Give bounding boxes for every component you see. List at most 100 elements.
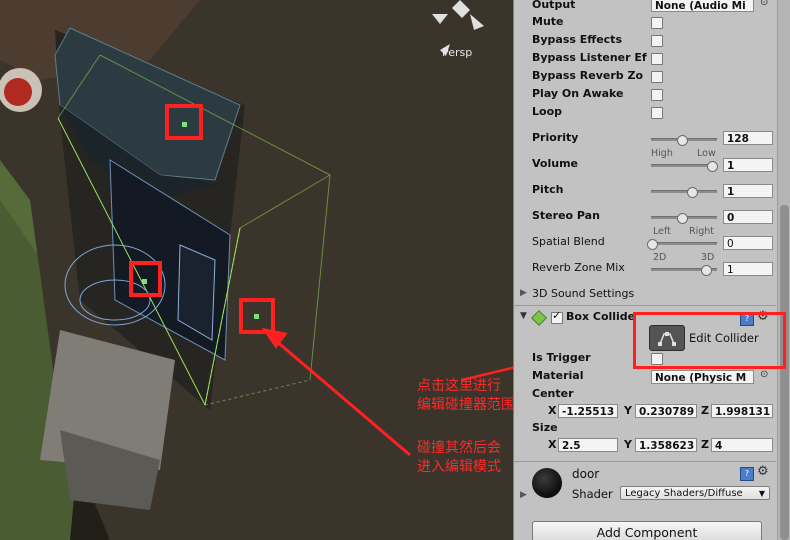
center-xyz-row: X -1.25513 Y 0.230789 Z 1.998131 <box>514 402 776 420</box>
center-y-field[interactable]: 0.230789 <box>635 404 697 418</box>
inspector-scrollbar[interactable] <box>777 0 790 540</box>
shader-label: Shader <box>572 487 613 501</box>
volume-row: Volume 1 <box>514 156 776 174</box>
stereo-pan-slider[interactable] <box>651 213 717 224</box>
bypass-effects-label: Bypass Effects <box>532 33 622 46</box>
bypass-reverb-row: Bypass Reverb Zo <box>514 68 776 86</box>
bypass-listener-checkbox[interactable] <box>651 53 663 65</box>
loop-row: Loop <box>514 104 776 122</box>
pitch-label: Pitch <box>532 183 564 196</box>
output-field[interactable]: None (Audio Mi <box>651 0 754 12</box>
material-help-icon[interactable]: ? <box>740 467 754 481</box>
mute-checkbox[interactable] <box>651 17 663 29</box>
stereo-pan-field[interactable]: 0 <box>723 210 773 224</box>
shader-dropdown[interactable]: Legacy Shaders/Diffuse ▼ <box>620 486 770 500</box>
priority-row: Priority High Low 128 <box>514 130 776 159</box>
center-y-label: Y <box>624 404 632 417</box>
reverb-mix-label: Reverb Zone Mix <box>532 261 625 274</box>
sound-settings-foldout[interactable]: ▶ 3D Sound Settings <box>514 286 776 304</box>
spatial-blend-field[interactable]: 0 <box>723 236 773 250</box>
size-z-label: Z <box>701 438 709 451</box>
reverb-mix-slider-knob[interactable] <box>701 265 712 276</box>
collider-foldout-icon[interactable]: ▼ <box>520 311 527 321</box>
priority-field[interactable]: 128 <box>723 131 773 145</box>
reverb-mix-row: Reverb Zone Mix 1 <box>514 260 776 278</box>
pitch-slider[interactable] <box>651 187 717 198</box>
dropdown-arrow-icon: ▼ <box>758 489 765 498</box>
spatial-blend-slider[interactable] <box>647 239 717 250</box>
material-picker-icon[interactable]: ⊙ <box>760 369 768 380</box>
reverb-mix-slider[interactable] <box>651 265 717 276</box>
play-on-awake-row: Play On Awake <box>514 86 776 104</box>
volume-label: Volume <box>532 157 578 170</box>
bypass-listener-row: Bypass Listener Ef <box>514 50 776 68</box>
edit-collider-label: Edit Collider <box>689 331 759 345</box>
material-label: Material <box>532 369 584 382</box>
material-component: door ▶ Shader Legacy Shaders/Diffuse ▼ ?… <box>514 464 776 504</box>
center-z-field[interactable]: 1.998131 <box>711 404 773 418</box>
annotation-text-2: 编辑碰撞器范围 <box>417 397 515 413</box>
output-label: Output <box>532 0 576 11</box>
center-x-label: X <box>548 404 557 417</box>
reverb-mix-field[interactable]: 1 <box>723 262 773 276</box>
center-x-field[interactable]: -1.25513 <box>558 404 618 418</box>
size-y-field[interactable]: 1.358623 <box>635 438 697 452</box>
bypass-reverb-checkbox[interactable] <box>651 71 663 83</box>
sound-settings-label: 3D Sound Settings <box>532 287 635 300</box>
pitch-field[interactable]: 1 <box>723 184 773 198</box>
material-name: door <box>572 467 600 481</box>
foldout-arrow-icon[interactable]: ▶ <box>520 288 527 298</box>
physic-material-field[interactable]: None (Physic M <box>651 370 754 384</box>
is-trigger-label: Is Trigger <box>532 351 591 364</box>
center-z-label: Z <box>701 404 709 417</box>
material-row: Material None (Physic M ⊙ <box>514 368 776 386</box>
add-component-button[interactable]: Add Component <box>532 521 762 540</box>
size-x-field[interactable]: 2.5 <box>558 438 618 452</box>
edit-collider-button[interactable] <box>649 325 685 351</box>
mute-label: Mute <box>532 15 564 28</box>
size-label: Size <box>532 421 558 434</box>
box-collider-enabled-checkbox[interactable]: ✓ <box>551 309 563 324</box>
volume-slider-knob[interactable] <box>707 161 718 172</box>
shader-dropdown-value: Legacy Shaders/Diffuse <box>625 488 743 499</box>
size-z-field[interactable]: 4 <box>711 438 773 452</box>
size-x-label: X <box>548 438 557 451</box>
volume-field[interactable]: 1 <box>723 158 773 172</box>
persp-label[interactable]: Persp <box>442 46 472 59</box>
inspector-panel[interactable]: Output None (Audio Mi ⊙ Mute Bypass Effe… <box>513 0 790 540</box>
pitch-row: Pitch 1 <box>514 182 776 200</box>
priority-slider-knob[interactable] <box>677 135 688 146</box>
loop-checkbox[interactable] <box>651 107 663 119</box>
play-on-awake-checkbox[interactable] <box>651 89 663 101</box>
collider-handle-top <box>182 122 187 127</box>
volume-slider[interactable] <box>651 161 718 172</box>
bypass-effects-checkbox[interactable] <box>651 35 663 47</box>
annotation-text-4: 进入编辑模式 <box>417 459 501 475</box>
play-on-awake-label: Play On Awake <box>532 87 624 100</box>
stereo-pan-label: Stereo Pan <box>532 209 600 222</box>
pitch-slider-knob[interactable] <box>687 187 699 198</box>
priority-label: Priority <box>532 131 579 144</box>
stereo-pan-row: Stereo Pan Left Right 0 <box>514 208 776 237</box>
size-y-label: Y <box>624 438 632 451</box>
edit-collider-icon <box>658 332 676 346</box>
spatial-blend-row: Spatial Blend 2D 3D 0 <box>514 234 776 263</box>
material-preview-sphere <box>532 468 562 498</box>
material-gear-icon[interactable]: ⚙ <box>757 464 769 479</box>
spatial-blend-label: Spatial Blend <box>532 235 605 248</box>
object-picker-icon[interactable]: ⊙ <box>760 0 768 8</box>
stereo-pan-slider-knob[interactable] <box>677 213 688 224</box>
annotation-text-1: 点击这里进行 <box>417 378 501 394</box>
center-label: Center <box>532 387 574 400</box>
scrollbar-thumb[interactable] <box>780 205 789 540</box>
spatial-blend-slider-knob[interactable] <box>647 239 658 250</box>
mute-row: Mute <box>514 14 776 32</box>
box-collider-icon <box>531 310 547 326</box>
collider-handle-side <box>254 314 259 319</box>
priority-slider[interactable] <box>651 135 717 146</box>
size-xyz-row: X 2.5 Y 1.358623 Z 4 <box>514 436 776 454</box>
output-row: Output None (Audio Mi ⊙ <box>514 0 776 15</box>
material-foldout-icon[interactable]: ▶ <box>520 490 527 500</box>
annotation-text-3: 碰撞其然后会 <box>417 440 501 456</box>
bypass-effects-row: Bypass Effects <box>514 32 776 50</box>
